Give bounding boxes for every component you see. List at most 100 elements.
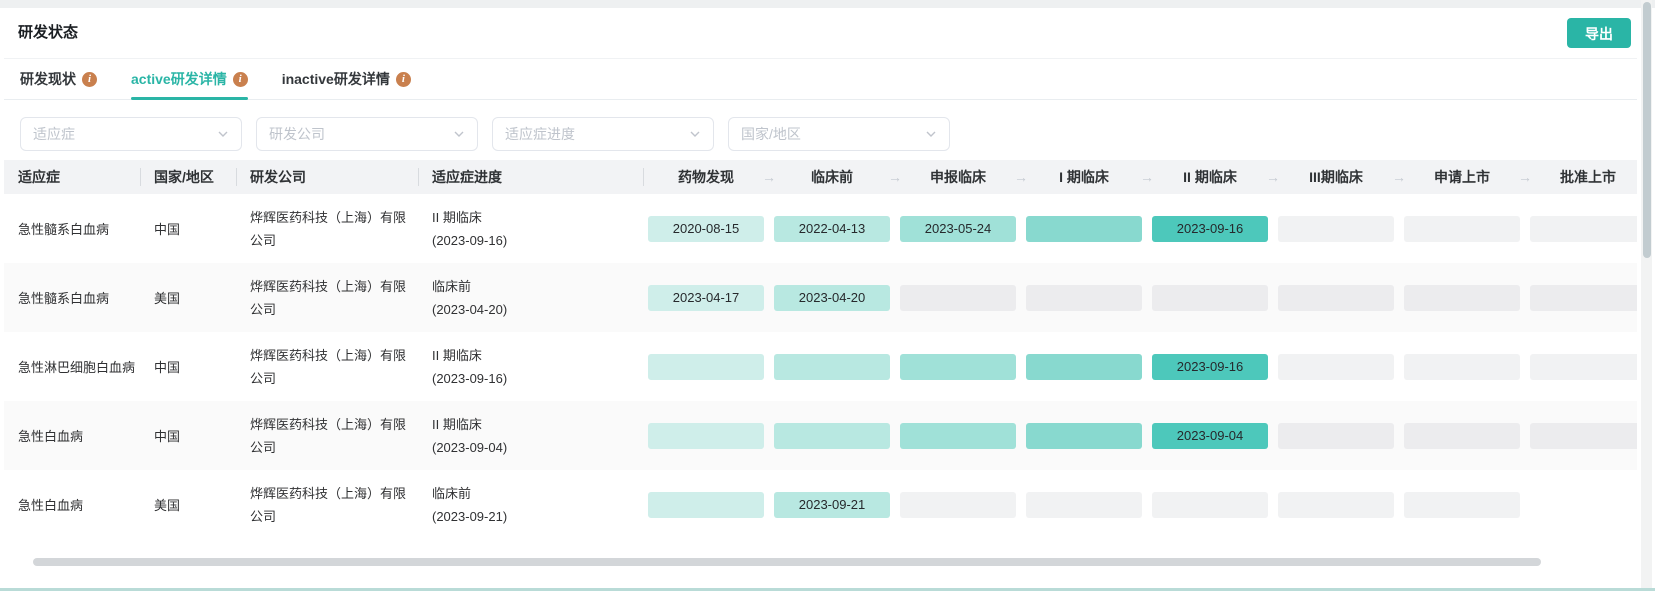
stage-cell: 2023-09-16 (1147, 215, 1273, 242)
stage-cell: 2023-09-21 (769, 491, 895, 518)
stage-cell (769, 422, 895, 449)
stage-cell (895, 353, 1021, 380)
stage-bar: 2020-08-15 (648, 215, 764, 242)
stage-bar (648, 491, 764, 518)
stage-col-header: 申请上市 → (1399, 160, 1532, 194)
stage-cell (895, 422, 1021, 449)
stage-col-header: 批准上市 (1525, 160, 1637, 194)
stage-bar-empty (1404, 491, 1520, 518)
cell-company: 烨辉医药科技（上海）有限公司 (250, 416, 407, 455)
stage-bar-empty (1404, 215, 1520, 242)
stage-bar (774, 422, 890, 449)
stage-cell (1525, 422, 1637, 449)
stage-cell (1021, 284, 1147, 311)
chevron-down-icon (218, 131, 228, 137)
tab-rd-current[interactable]: 研发现状 i (20, 59, 97, 99)
select-placeholder: 适应症进度 (505, 126, 575, 142)
stage-bar (900, 422, 1016, 449)
stage-col-label: 批准上市 (1560, 169, 1616, 185)
tab-label: inactive研发详情 (281, 71, 390, 87)
stage-col-label: III期临床 (1309, 169, 1363, 185)
tab-active-rd-details[interactable]: active研发详情 i (131, 59, 248, 100)
cell-company: 烨辉医药科技（上海）有限公司 (250, 485, 407, 524)
filter-bar: 适应症 研发公司 适应症进度 国家/地区 (4, 100, 1637, 151)
stage-cell (769, 353, 895, 380)
stage-cell (1147, 284, 1273, 311)
stage-bar-empty (1404, 353, 1520, 380)
cell-progress: 临床前 (2023-09-21) (418, 482, 643, 528)
stage-cell (1021, 422, 1147, 449)
stage-bar-empty (1530, 215, 1637, 242)
stage-bar: 2023-04-17 (648, 284, 764, 311)
stage-col-header: III期临床 → (1273, 160, 1406, 194)
vertical-scrollbar-thumb[interactable] (1642, 2, 1651, 258)
stage-cell: 2023-09-16 (1147, 353, 1273, 380)
stage-cell: 2023-04-17 (643, 284, 769, 311)
cell-company: 烨辉医药科技（上海）有限公司 (250, 278, 407, 317)
stage-bar: 2023-09-21 (774, 491, 890, 518)
stage-bar (648, 353, 764, 380)
stage-cell (1399, 284, 1525, 311)
table-row[interactable]: 急性淋巴细胞白血病 中国 烨辉医药科技（上海）有限公司 II 期临床 (2023-09-… (4, 332, 1637, 401)
stage-bar (1026, 422, 1142, 449)
stage-cell (1399, 422, 1525, 449)
stage-col-label: II 期临床 (1183, 169, 1237, 185)
progress-stage-text: II 期临床 (432, 209, 482, 225)
progress-stage-text: 临床前 (432, 485, 472, 501)
cell-indication: 急性白血病 (18, 429, 84, 444)
rd-progress-table: 适应症 国家/地区 研发公司 适应症进度 药物发现 → 临床前 → 申报临床 → I 期临床… (4, 160, 1637, 539)
stage-bar (648, 422, 764, 449)
cell-region: 美国 (154, 498, 181, 513)
stage-col-label: I 期临床 (1059, 169, 1109, 185)
stage-col-header: 申报临床 → (895, 160, 1028, 194)
stage-cell (1399, 353, 1525, 380)
info-icon[interactable]: i (82, 71, 97, 87)
cell-region: 美国 (154, 291, 181, 306)
info-icon[interactable]: i (232, 71, 248, 87)
cell-progress: 临床前 (2023-04-20) (418, 275, 643, 321)
stage-cell (1399, 215, 1525, 242)
card-header: 研发状态 导出 (4, 8, 1637, 59)
cell-indication: 急性髓系白血病 (18, 291, 110, 306)
table-row[interactable]: 急性髓系白血病 中国 烨辉医药科技（上海）有限公司 II 期临床 (2023-09-16… (4, 194, 1637, 263)
stage-col-label: 临床前 (811, 169, 853, 185)
stage-bar-empty (1404, 422, 1520, 449)
progress-filter-select[interactable]: 适应症进度 (492, 117, 714, 151)
rd-status-card: 研发状态 导出 研发现状 i active研发详情 i inactive研发详情… (4, 8, 1637, 580)
stage-bar (1026, 353, 1142, 380)
cell-region: 中国 (154, 222, 181, 237)
stage-cell (1273, 491, 1399, 518)
indication-filter-select[interactable]: 适应症 (20, 117, 242, 151)
export-button[interactable]: 导出 (1567, 18, 1631, 48)
cell-indication: 急性淋巴细胞白血病 (18, 360, 136, 375)
stage-bar (1026, 215, 1142, 242)
tab-inactive-rd-details[interactable]: inactive研发详情 i (282, 59, 411, 99)
table-row[interactable]: 急性白血病 中国 烨辉医药科技（上海）有限公司 II 期临床 (2023-09-04) 2… (4, 401, 1637, 470)
col-header-region: 国家/地区 (140, 160, 236, 194)
table-row[interactable]: 急性髓系白血病 美国 烨辉医药科技（上海）有限公司 临床前 (2023-04-20) 20… (4, 263, 1637, 332)
stage-cell (1525, 353, 1637, 380)
cell-indication: 急性白血病 (18, 498, 84, 513)
stage-bar-empty (900, 491, 1016, 518)
stage-cell (643, 491, 769, 518)
chevron-down-icon (454, 131, 464, 137)
stage-bar-empty (1530, 284, 1637, 311)
stage-bar-empty (1278, 422, 1394, 449)
company-filter-select[interactable]: 研发公司 (256, 117, 478, 151)
stage-bar-empty (1278, 215, 1394, 242)
col-header-indication: 适应症 (18, 169, 60, 185)
cell-company: 烨辉医药科技（上海）有限公司 (250, 209, 407, 248)
vertical-scrollbar-track[interactable] (1641, 0, 1652, 591)
cell-indication: 急性髓系白血病 (18, 222, 110, 237)
stage-bar-empty (1530, 353, 1637, 380)
table-row[interactable]: 急性白血病 美国 烨辉医药科技（上海）有限公司 临床前 (2023-09-21) 2023… (4, 470, 1637, 539)
stage-cell (1399, 491, 1525, 518)
stage-col-label: 申请上市 (1434, 169, 1490, 185)
region-filter-select[interactable]: 国家/地区 (728, 117, 950, 151)
info-icon[interactable]: i (395, 71, 411, 87)
stage-bar: 2022-04-13 (774, 215, 890, 242)
horizontal-scrollbar-thumb[interactable] (33, 558, 1541, 566)
stage-cell: 2022-04-13 (769, 215, 895, 242)
stage-cell (1525, 284, 1637, 311)
tab-label: 研发现状 (20, 71, 76, 87)
